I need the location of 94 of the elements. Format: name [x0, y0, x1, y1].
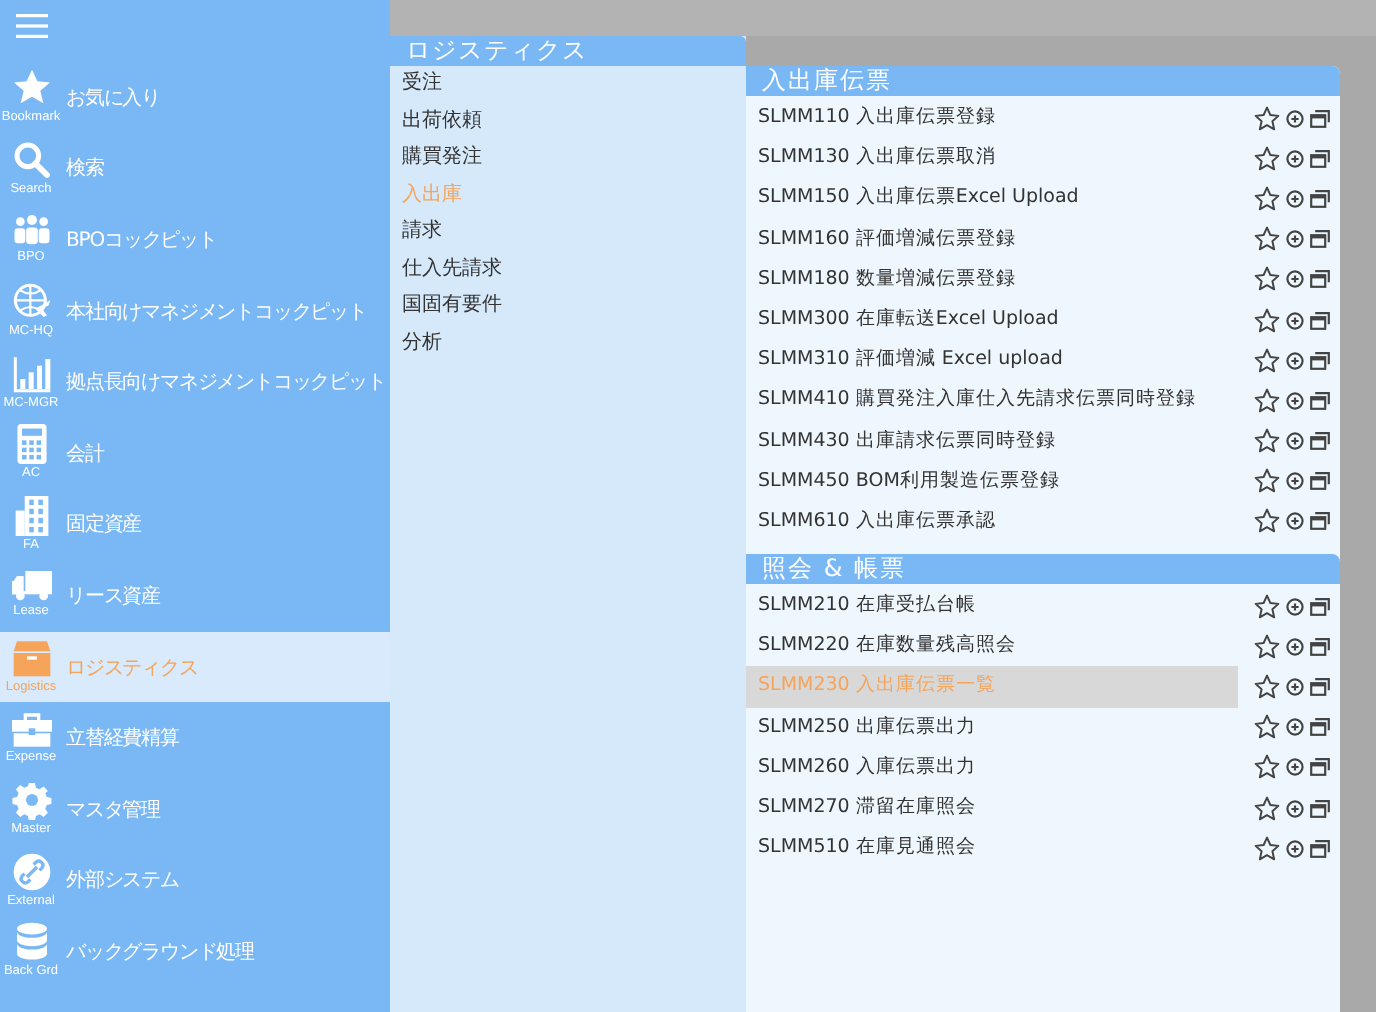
transaction-link[interactable]: SLMM310 評価増減 Excel upload: [746, 340, 1238, 381]
add-icon[interactable]: [1286, 637, 1304, 656]
new-window-icon[interactable]: [1310, 432, 1330, 451]
submenu-item[interactable]: 仕入先請求: [390, 251, 746, 288]
star-icon[interactable]: [1254, 795, 1280, 822]
bar-chart-icon: [11, 353, 51, 394]
transaction-link[interactable]: SLMM210 在庫受払台帳: [746, 586, 1238, 627]
calculator-icon: [15, 424, 47, 465]
add-icon[interactable]: [1286, 718, 1304, 737]
section-header: 入出庫伝票: [746, 66, 1340, 96]
star-icon[interactable]: [1254, 185, 1280, 212]
submenu-item[interactable]: 分析: [390, 325, 746, 362]
gear-icon: [11, 780, 51, 821]
transaction-link[interactable]: SLMM610 入出庫伝票承認: [746, 501, 1238, 543]
section-header: 照会 & 帳票: [746, 554, 1340, 585]
add-icon[interactable]: [1286, 270, 1304, 289]
star-icon[interactable]: [1254, 508, 1280, 535]
star-icon[interactable]: [1254, 714, 1280, 741]
transaction-link[interactable]: SLMM160 評価増減伝票登録: [746, 219, 1238, 260]
truck-icon: [11, 570, 51, 603]
add-icon[interactable]: [1286, 472, 1304, 491]
add-icon[interactable]: [1286, 391, 1304, 410]
submenu-item[interactable]: 国固有要件: [390, 288, 746, 325]
new-window-icon[interactable]: [1310, 391, 1330, 410]
star-icon[interactable]: [1254, 428, 1280, 455]
add-icon[interactable]: [1286, 189, 1304, 208]
box-icon: [11, 638, 51, 679]
new-window-icon[interactable]: [1310, 678, 1330, 697]
new-window-icon[interactable]: [1310, 270, 1330, 289]
transaction-link[interactable]: SLMM260 入庫伝票出力: [746, 747, 1238, 788]
submenu-item[interactable]: 出荷依頼: [390, 103, 746, 140]
add-icon[interactable]: [1286, 230, 1304, 249]
add-icon[interactable]: [1286, 758, 1304, 777]
transaction-link[interactable]: SLMM150 入出庫伝票Excel Upload: [746, 178, 1238, 220]
transaction-link[interactable]: SLMM450 BOM利用製造伝票登録: [746, 461, 1238, 502]
transaction-link[interactable]: SLMM510 在庫見通照会: [746, 828, 1238, 869]
building-icon: [13, 495, 49, 536]
transaction-link[interactable]: SLMM220 在庫数量残高照会: [746, 626, 1238, 667]
add-icon[interactable]: [1286, 351, 1304, 370]
add-icon[interactable]: [1286, 432, 1304, 451]
database-icon: [13, 922, 49, 963]
submenu-item[interactable]: 受注: [390, 66, 746, 103]
add-icon[interactable]: [1286, 109, 1304, 128]
star-icon[interactable]: [1254, 593, 1280, 620]
add-icon[interactable]: [1286, 149, 1304, 168]
star-icon[interactable]: [1254, 754, 1280, 781]
star-icon[interactable]: [1254, 835, 1280, 862]
star-icon[interactable]: [1254, 226, 1280, 253]
star-icon[interactable]: [1254, 387, 1280, 414]
new-window-icon[interactable]: [1310, 512, 1330, 531]
new-window-icon[interactable]: [1310, 472, 1330, 491]
new-window-icon[interactable]: [1310, 230, 1330, 249]
transaction-link[interactable]: SLMM270 滞留在庫照会: [746, 788, 1238, 829]
star-icon[interactable]: [1254, 307, 1280, 334]
transaction-link[interactable]: SLMM430 出庫請求伝票同時登録: [746, 421, 1238, 462]
transaction-link[interactable]: SLMM180 数量増減伝票登録: [746, 259, 1238, 300]
new-window-icon[interactable]: [1310, 109, 1330, 128]
star-icon[interactable]: [1254, 633, 1280, 660]
star-icon[interactable]: [1254, 105, 1280, 132]
transaction-link[interactable]: SLMM300 在庫転送Excel Upload: [746, 299, 1238, 341]
star-icon[interactable]: [1254, 674, 1280, 701]
add-icon[interactable]: [1286, 839, 1304, 858]
new-window-icon[interactable]: [1310, 311, 1330, 330]
transaction-link[interactable]: SLMM130 入出庫伝票取消: [746, 138, 1238, 179]
star-icon[interactable]: [1254, 468, 1280, 495]
transaction-link[interactable]: SLMM410 購買発注入庫仕入先請求伝票同時登録: [746, 380, 1238, 421]
new-window-icon[interactable]: [1310, 758, 1330, 777]
search-icon: [11, 139, 51, 180]
submenu-item[interactable]: 請求: [390, 214, 746, 251]
star-icon: [11, 68, 51, 109]
globe-icon: [11, 282, 51, 323]
new-window-icon[interactable]: [1310, 718, 1330, 737]
star-icon[interactable]: [1254, 347, 1280, 374]
transaction-link[interactable]: SLMM250 出庫伝票出力: [746, 707, 1238, 748]
submenu-title: ロジスティクス: [390, 36, 746, 66]
link-icon: [11, 851, 51, 892]
new-window-icon[interactable]: [1310, 597, 1330, 616]
submenu-item[interactable]: 購買発注: [390, 140, 746, 177]
new-window-icon[interactable]: [1310, 637, 1330, 656]
new-window-icon[interactable]: [1310, 149, 1330, 168]
new-window-icon[interactable]: [1310, 839, 1330, 858]
new-window-icon[interactable]: [1310, 351, 1330, 370]
star-icon[interactable]: [1254, 145, 1280, 172]
briefcase-icon: [11, 711, 51, 748]
people-icon: [11, 212, 51, 249]
add-icon[interactable]: [1286, 678, 1304, 697]
transaction-link[interactable]: SLMM110 入出庫伝票登録: [746, 98, 1238, 139]
new-window-icon[interactable]: [1310, 799, 1330, 818]
add-icon[interactable]: [1286, 597, 1304, 616]
new-window-icon[interactable]: [1310, 189, 1330, 208]
add-icon[interactable]: [1286, 512, 1304, 531]
add-icon[interactable]: [1286, 311, 1304, 330]
add-icon[interactable]: [1286, 799, 1304, 818]
star-icon[interactable]: [1254, 266, 1280, 293]
